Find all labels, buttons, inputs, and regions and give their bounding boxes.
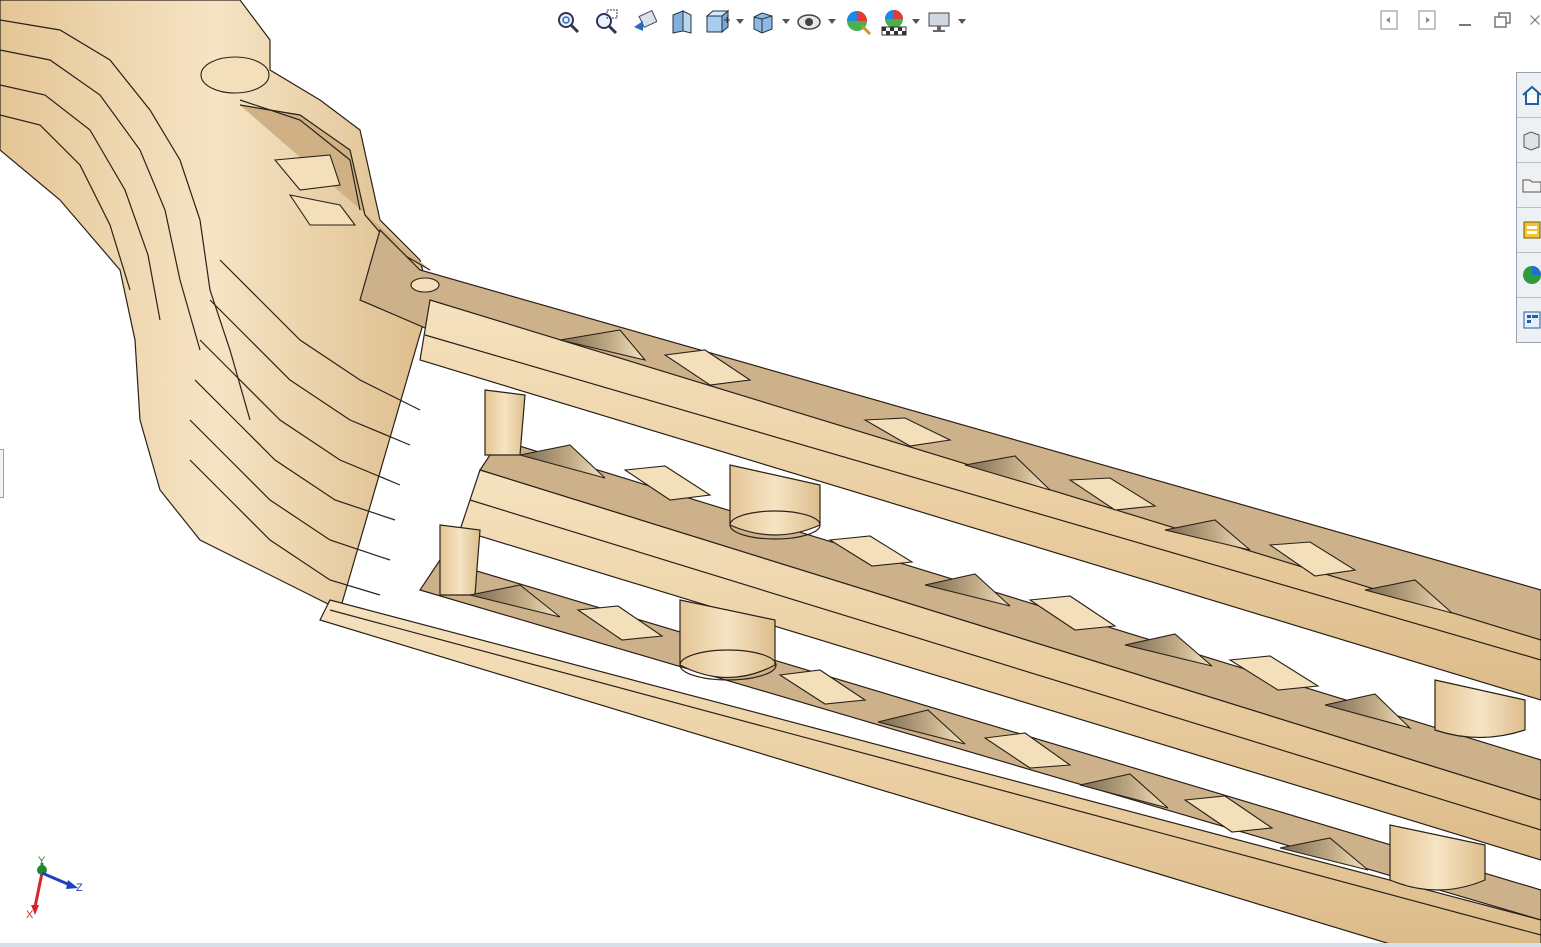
zoom-to-area-button[interactable] [590, 6, 622, 38]
display-style-dropdown-icon [782, 19, 790, 24]
edit-appearance-button[interactable] [842, 6, 874, 38]
reference-triad: Y Z X [20, 855, 90, 925]
task-pane-custom-properties-tab[interactable] [1517, 298, 1541, 342]
restore-icon [1494, 12, 1511, 28]
close-icon [1530, 15, 1540, 25]
hide-show-dropdown-icon [828, 19, 836, 24]
display-style-icon [753, 12, 773, 34]
hide-show-items-button[interactable] [796, 6, 836, 38]
zoom-to-fit-button[interactable] [552, 6, 584, 38]
display-style-button[interactable] [750, 6, 790, 38]
view-orientation-icon [705, 9, 730, 34]
apply-scene-dropdown-icon [912, 19, 920, 24]
zoom-to-fit-icon [558, 12, 580, 34]
section-view-button[interactable] [666, 6, 698, 38]
wood-frame-model[interactable] [0, 0, 1541, 947]
apply-scene-button[interactable] [880, 6, 920, 38]
triad-x-label: X [26, 909, 34, 921]
view-orientation-button[interactable] [704, 6, 744, 38]
triad-z-label: Z [76, 882, 83, 894]
window-controls [1377, 8, 1541, 32]
view-settings-button[interactable] [926, 6, 966, 38]
minimize-icon [1459, 24, 1471, 26]
task-pane-design-library-tab[interactable] [1517, 118, 1541, 163]
task-pane-appearances-tab[interactable] [1517, 253, 1541, 298]
section-view-icon [672, 10, 692, 34]
graphics-area[interactable] [0, 0, 1541, 947]
triad-y-label: Y [38, 855, 46, 867]
appearances-globe-icon [1523, 266, 1541, 284]
status-bar-edge [0, 943, 1541, 947]
design-library-icon [1523, 131, 1540, 151]
split-right-button[interactable] [1415, 8, 1439, 32]
hide-show-eye-icon [797, 14, 821, 30]
task-pane-file-explorer-tab[interactable] [1517, 163, 1541, 208]
zoom-to-area-icon [596, 9, 618, 35]
view-orientation-dropdown-icon [736, 19, 744, 24]
view-settings-dropdown-icon [958, 19, 966, 24]
task-pane-home-tab[interactable] [1517, 73, 1541, 118]
edit-appearance-icon [847, 11, 872, 36]
split-right-icon [1418, 10, 1436, 30]
task-pane-tabs [1516, 72, 1541, 343]
feature-manager-collapse-handle[interactable] [0, 449, 4, 498]
view-settings-monitor-icon [928, 12, 950, 32]
home-icon [1522, 85, 1541, 105]
split-left-icon [1380, 10, 1398, 30]
close-button[interactable] [1529, 8, 1541, 32]
split-left-button[interactable] [1377, 8, 1401, 32]
previous-view-icon [634, 9, 657, 31]
previous-view-button[interactable] [628, 6, 660, 38]
custom-properties-icon [1523, 311, 1541, 329]
upper-stacked-plates [0, 0, 431, 611]
view-palette-icon [1523, 221, 1541, 239]
minimize-button[interactable] [1453, 8, 1477, 32]
restore-button[interactable] [1491, 8, 1515, 32]
apply-scene-icon [881, 10, 907, 36]
task-pane-view-palette-tab[interactable] [1517, 208, 1541, 253]
heads-up-view-toolbar [552, 5, 966, 39]
folder-icon [1522, 179, 1541, 193]
